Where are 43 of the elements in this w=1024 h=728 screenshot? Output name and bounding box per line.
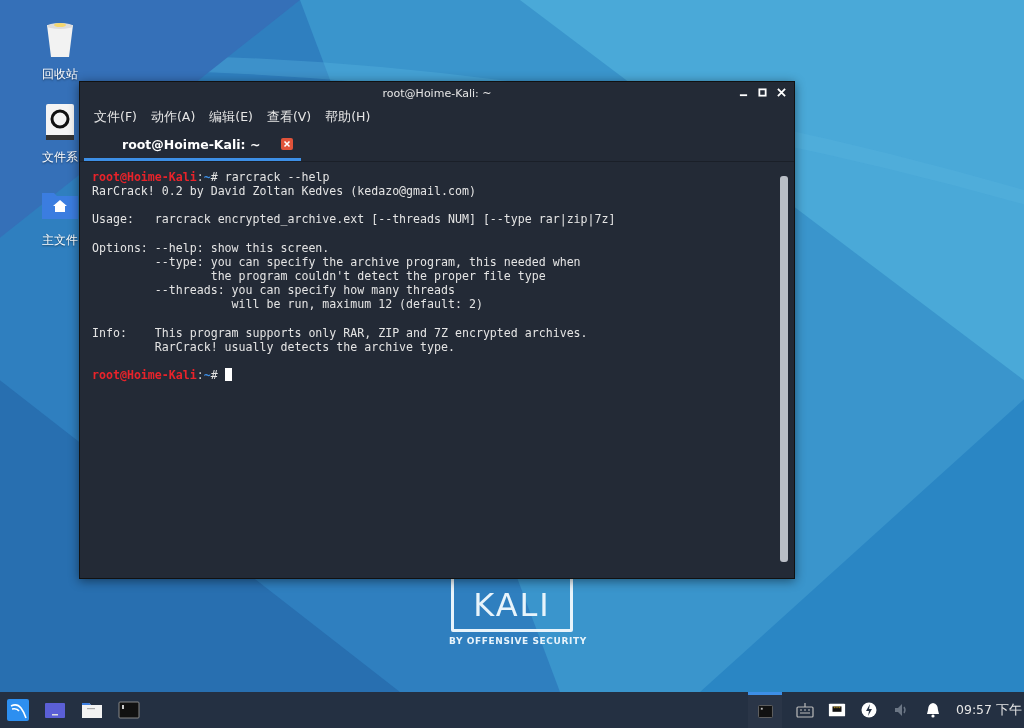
desktop-icon-label[interactable]: 主文件 xyxy=(42,232,78,249)
network-port-icon[interactable] xyxy=(828,702,846,718)
close-tab-icon[interactable] xyxy=(281,138,293,150)
dragon-menu-icon[interactable] xyxy=(7,699,29,721)
terminal-output: --threads: you can specify how many threads xyxy=(153,283,455,298)
clock[interactable]: 09:57 下午 xyxy=(956,701,1022,719)
power-bolt-icon[interactable] xyxy=(860,702,878,718)
prompt-separator: : xyxy=(196,367,204,382)
terminal-task-button[interactable] xyxy=(748,692,782,728)
terminal-command: rarcrack --help xyxy=(224,170,330,184)
menu-item[interactable]: 编辑(E) xyxy=(209,108,253,126)
maximize-icon[interactable] xyxy=(758,88,767,97)
prompt-user: root@Hoime-Kali xyxy=(92,170,197,184)
logo-wordmark: KALI xyxy=(473,589,551,626)
menu-item[interactable]: 查看(V) xyxy=(266,108,312,126)
notification-bell-icon[interactable] xyxy=(924,702,942,718)
menu-item[interactable]: 文件(F) xyxy=(94,108,137,126)
menu-item[interactable]: 帮助(H) xyxy=(325,108,371,126)
desktop-icon-label[interactable]: 回收站 xyxy=(42,66,78,83)
terminal-output: --type: you can specify the archive program, this needed when xyxy=(153,254,581,269)
terminal-output: RarCrack! 0.2 by David Zoltan Kedves (kedazo@gmail.com) xyxy=(92,184,476,199)
prompt-separator: : xyxy=(196,170,204,184)
desktop-icon-label[interactable]: 文件系 xyxy=(42,149,78,166)
terminal-icon[interactable] xyxy=(118,699,140,721)
terminal-output: will be run, maximum 12 (default: 2) xyxy=(230,297,483,312)
logo-tagline: BY OFFENSIVE SECURITY xyxy=(449,636,587,646)
terminal-output: Usage: rarcrack encrypted_archive.ext [--threads NUM] [--type rar|zip|7z] xyxy=(92,212,616,227)
terminal-output: the program couldn't detect the proper file type xyxy=(209,269,546,283)
keyboard-icon[interactable] xyxy=(796,702,814,718)
prompt-symbol: # xyxy=(210,367,218,382)
prompt-symbol: # xyxy=(210,170,218,184)
prompt-user: root@Hoime-Kali xyxy=(92,367,197,382)
window-title: root@Hoime-Kali: ~ xyxy=(382,86,492,100)
menu-item[interactable]: 动作(A) xyxy=(150,108,196,126)
close-icon[interactable] xyxy=(777,88,786,97)
terminal-icon xyxy=(757,705,773,718)
terminal-output: RarCrack! usually detects the archive type. xyxy=(153,339,455,354)
scrollbar[interactable] xyxy=(780,176,788,562)
prompt-path: ~ xyxy=(203,367,211,382)
terminal-output: Options: --help: show this screen. xyxy=(92,240,330,255)
prompt-path: ~ xyxy=(203,170,211,184)
terminal-output: Info: This program supports only RAR, ZIP and 7Z encrypted archives. xyxy=(92,325,588,340)
terminal-tab[interactable]: root@Hoime-Kali: ~ xyxy=(84,130,301,161)
